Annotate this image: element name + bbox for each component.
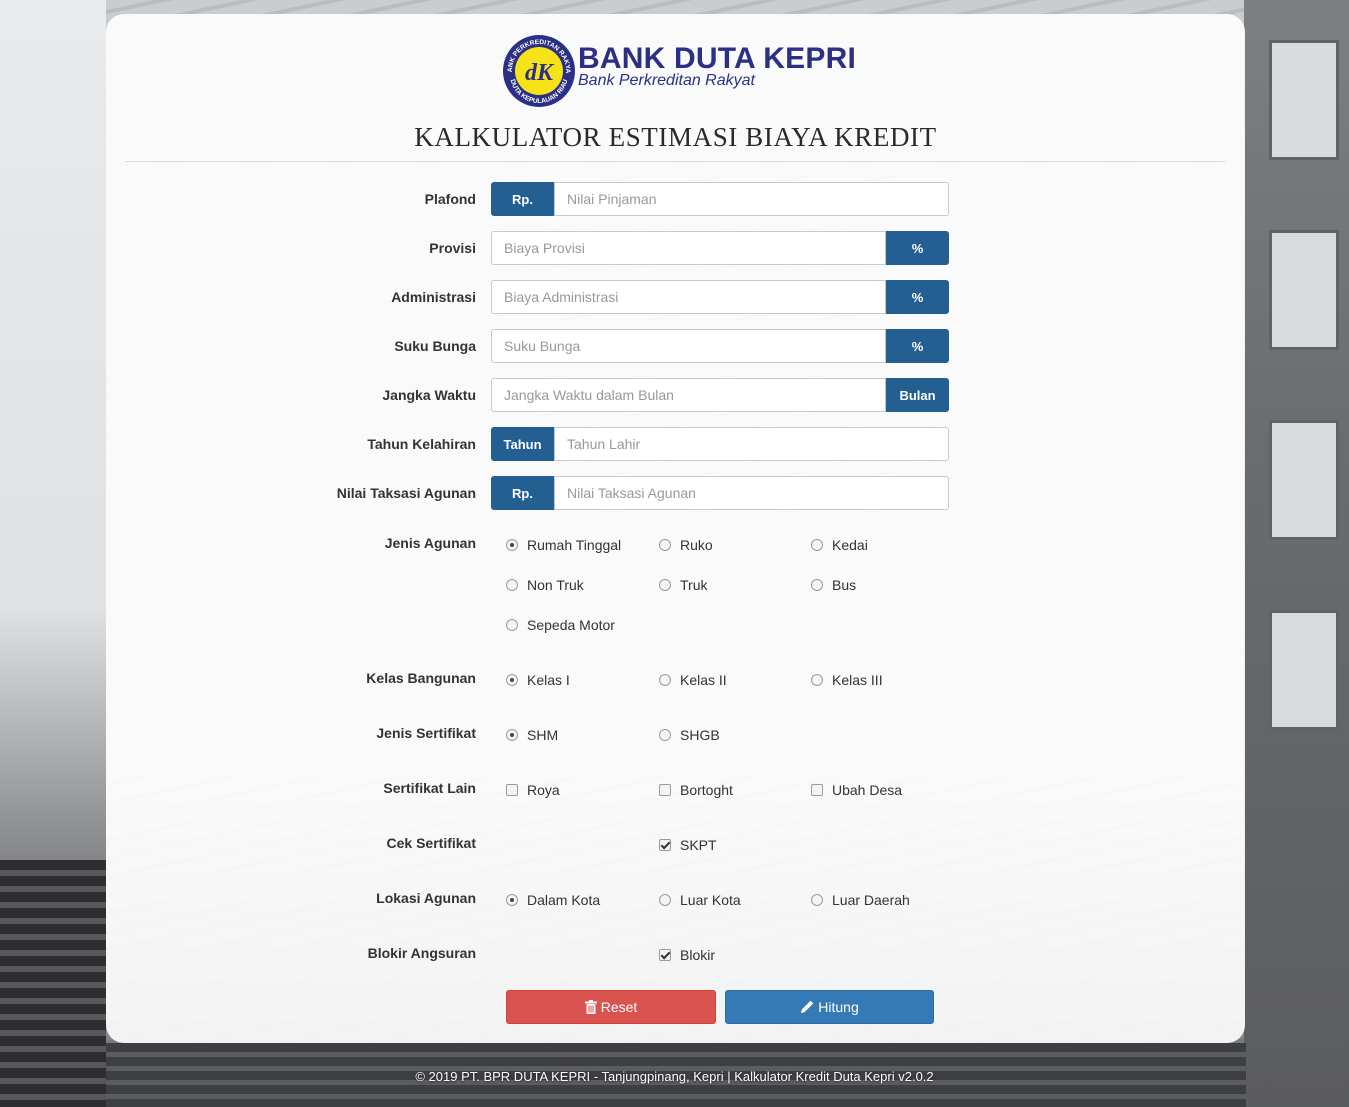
administrasi-label: Administrasi	[391, 289, 476, 305]
radio-sepeda-motor[interactable]: Sepeda Motor	[506, 617, 615, 633]
page-title: KALKULATOR ESTIMASI BIAYA KREDIT	[414, 122, 937, 152]
tahun-kelahiran-input-group: Tahun	[491, 427, 949, 461]
radio-kelas-iii[interactable]: Kelas III	[811, 672, 883, 688]
administrasi-input-group: %	[491, 280, 949, 314]
bank-logo: BANK PERKREDITAN RAKYAT DUTA KEPULAUAN R…	[502, 34, 862, 114]
background-building-left	[0, 0, 106, 1107]
hitung-button[interactable]: Hitung	[725, 990, 934, 1024]
kelas-bangunan-label: Kelas Bangunan	[366, 670, 476, 686]
nilai-taksasi-input[interactable]	[554, 476, 949, 510]
administrasi-percent-addon: %	[886, 280, 949, 314]
provisi-percent-addon: %	[886, 231, 949, 265]
radio-truk[interactable]: Truk	[659, 577, 707, 593]
radio-kedai[interactable]: Kedai	[811, 537, 868, 553]
cek-sertifikat-label: Cek Sertifikat	[386, 835, 476, 851]
radio-dalam-kota[interactable]: Dalam Kota	[506, 892, 600, 908]
radio-kelas-ii[interactable]: Kelas II	[659, 672, 727, 688]
radio-shgb[interactable]: SHGB	[659, 727, 720, 743]
checkbox-ubah-desa[interactable]: Ubah Desa	[811, 782, 902, 798]
reset-label: Reset	[600, 999, 638, 1015]
radio-rumah-tinggal[interactable]: Rumah Tinggal	[506, 537, 621, 553]
suku-bunga-percent-addon: %	[886, 329, 949, 363]
nilai-taksasi-input-group: Rp.	[491, 476, 949, 510]
suku-bunga-input[interactable]	[491, 329, 886, 363]
plafond-input-group: Rp.	[491, 182, 949, 216]
radio-luar-kota[interactable]: Luar Kota	[659, 892, 741, 908]
jangka-waktu-label: Jangka Waktu	[382, 387, 476, 403]
checkbox-bortoght[interactable]: Bortoght	[659, 782, 733, 798]
nilai-taksasi-label: Nilai Taksasi Agunan	[336, 485, 476, 501]
pencil-icon	[801, 1000, 814, 1013]
provisi-label: Provisi	[429, 240, 476, 256]
trash-icon	[584, 1000, 597, 1014]
radio-kelas-i[interactable]: Kelas I	[506, 672, 570, 688]
bank-badge-icon: BANK PERKREDITAN RAKYAT DUTA KEPULAUAN R…	[502, 34, 575, 107]
tahun-lahir-input[interactable]	[554, 427, 949, 461]
checkbox-blokir[interactable]: Blokir	[659, 947, 715, 963]
plafond-input[interactable]	[554, 182, 949, 216]
radio-luar-daerah[interactable]: Luar Daerah	[811, 892, 910, 908]
radio-non-truk[interactable]: Non Truk	[506, 577, 584, 593]
provisi-input-group: %	[491, 231, 949, 265]
tahun-addon: Tahun	[491, 427, 554, 461]
plafond-currency-addon: Rp.	[491, 182, 554, 216]
hitung-label: Hitung	[818, 999, 859, 1015]
checkbox-roya[interactable]: Roya	[506, 782, 560, 798]
footer-copyright: © 2019 PT. BPR DUTA KEPRI - Tanjungpinan…	[415, 1069, 934, 1084]
sertifikat-lain-label: Sertifikat Lain	[383, 780, 476, 796]
radio-bus[interactable]: Bus	[811, 577, 856, 593]
jenis-agunan-label: Jenis Agunan	[384, 535, 476, 551]
jenis-sertifikat-label: Jenis Sertifikat	[376, 725, 476, 741]
suku-bunga-input-group: %	[491, 329, 949, 363]
lokasi-agunan-label: Lokasi Agunan	[376, 890, 476, 906]
radio-shm[interactable]: SHM	[506, 727, 558, 743]
bank-name: BANK DUTA KEPRI	[578, 42, 856, 75]
provisi-input[interactable]	[491, 231, 886, 265]
bank-subtitle: Bank Perkreditan Rakyat	[578, 72, 755, 89]
suku-bunga-label: Suku Bunga	[394, 338, 476, 354]
svg-text:dK: dK	[525, 60, 555, 86]
jangka-waktu-bulan-addon: Bulan	[886, 378, 949, 412]
blokir-angsuran-label: Blokir Angsuran	[367, 945, 476, 961]
calculator-card: BANK PERKREDITAN RAKYAT DUTA KEPULAUAN R…	[106, 14, 1245, 1043]
radio-ruko[interactable]: Ruko	[659, 537, 713, 553]
administrasi-input[interactable]	[491, 280, 886, 314]
plafond-label: Plafond	[424, 191, 476, 207]
jangka-waktu-input[interactable]	[491, 378, 886, 412]
background-building-right	[1244, 0, 1349, 1107]
title-divider	[125, 161, 1225, 162]
checkbox-skpt[interactable]: SKPT	[659, 837, 717, 853]
tahun-kelahiran-label: Tahun Kelahiran	[367, 436, 476, 452]
jangka-waktu-input-group: Bulan	[491, 378, 949, 412]
reset-button[interactable]: Reset	[506, 990, 716, 1024]
nilai-taksasi-currency-addon: Rp.	[491, 476, 554, 510]
